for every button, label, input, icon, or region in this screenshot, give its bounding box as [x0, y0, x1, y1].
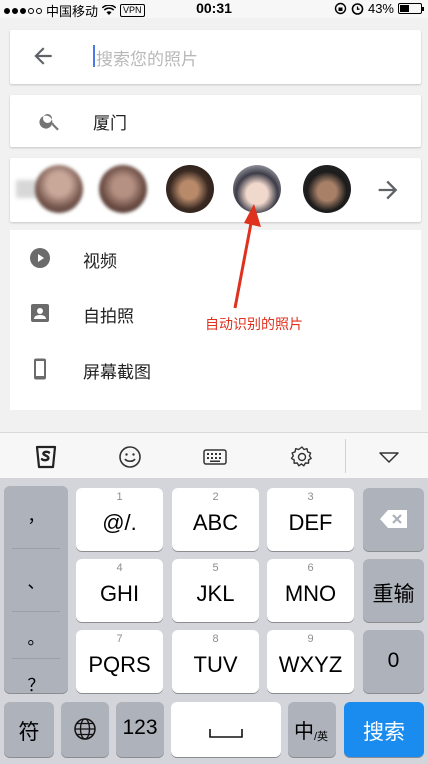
globe-key[interactable]	[61, 702, 109, 757]
suggestion-text: 厦门	[93, 114, 127, 133]
backspace-icon	[380, 510, 407, 528]
symbol-key[interactable]: 符	[4, 702, 54, 757]
status-bar: 中国移动 VPN 00:31 43%	[0, 0, 428, 19]
emoji-icon[interactable]	[117, 444, 143, 470]
key-label: 0	[387, 649, 400, 672]
globe-icon	[74, 718, 96, 740]
search-suggestion[interactable]: 厦门	[10, 95, 421, 147]
key-label: TUV	[193, 652, 238, 677]
search-input[interactable]: 搜索您的照片	[96, 45, 198, 70]
rotation-lock-icon	[334, 2, 347, 15]
key-5[interactable]: 5 JKL	[172, 559, 259, 622]
key-6[interactable]: 6 MNO	[267, 559, 354, 622]
punct-key[interactable]: ？	[4, 671, 68, 696]
key-number: 1	[116, 491, 123, 503]
collapse-icon[interactable]	[376, 444, 402, 470]
divider	[12, 611, 60, 612]
key-4[interactable]: 4 GHI	[76, 559, 163, 622]
annotation-text: 自动识别的照片	[205, 316, 303, 332]
key-3[interactable]: 3 DEF	[267, 488, 354, 551]
key-number: 7	[116, 633, 123, 645]
key-label: 重输	[372, 583, 415, 606]
key-label: 123	[122, 716, 158, 739]
annotation-arrow	[233, 204, 261, 309]
punctuation-column[interactable]: ， 、 。 ？	[4, 486, 68, 696]
key-0[interactable]: 0	[363, 630, 424, 693]
key-number: 2	[212, 491, 219, 503]
key-number: 9	[307, 633, 314, 645]
arrow-right-icon[interactable]	[374, 176, 402, 204]
people-row	[10, 158, 421, 222]
key-label: 符	[18, 721, 40, 744]
category-video[interactable]: 视频	[10, 230, 421, 286]
key-label: DEF	[288, 510, 333, 535]
person-avatar[interactable]	[99, 165, 147, 213]
search-icon	[39, 114, 59, 131]
divider	[12, 548, 60, 549]
key-label: MNO	[284, 581, 337, 606]
divider	[12, 658, 60, 659]
key-number: 4	[116, 562, 123, 574]
back-arrow-icon[interactable]	[30, 43, 56, 69]
key-label: GHI	[99, 581, 140, 606]
space-key[interactable]	[171, 702, 281, 757]
sogou-logo-icon[interactable]	[33, 444, 59, 470]
key-label: PQRS	[88, 652, 151, 677]
portrait-icon	[31, 304, 49, 322]
punct-key[interactable]: ，	[4, 502, 68, 527]
key-number: 3	[307, 491, 314, 503]
key-label: 中	[294, 721, 314, 743]
key-8[interactable]: 8 TUV	[172, 630, 259, 693]
key-label: 搜索	[363, 721, 405, 744]
key-1[interactable]: 1 @/.	[76, 488, 163, 551]
category-label: 自拍照	[83, 307, 134, 326]
person-avatar[interactable]	[35, 165, 83, 213]
category-label: 视频	[83, 252, 117, 271]
toolbar-divider	[345, 439, 346, 473]
key-number: 6	[307, 562, 314, 574]
keyboard-toolbar	[0, 432, 428, 478]
key-label: @/.	[102, 510, 137, 535]
keyboard-icon[interactable]	[202, 444, 228, 470]
category-screenshot[interactable]: 屏幕截图	[10, 341, 421, 397]
key-2[interactable]: 2 ABC	[172, 488, 259, 551]
key-label: ABC	[192, 510, 239, 535]
category-label: 屏幕截图	[83, 363, 151, 382]
search-bar: 搜索您的照片	[10, 30, 421, 84]
punct-key[interactable]: 。	[4, 624, 68, 649]
search-key[interactable]: 搜索	[344, 702, 424, 757]
space-icon	[209, 729, 243, 738]
settings-icon[interactable]	[289, 444, 315, 470]
keyboard: ， 、 。 ？ 1 @/. 2 ABC 3 DEF 4 GHI 5 JKL 6 …	[0, 478, 428, 764]
alarm-icon	[351, 3, 364, 15]
punct-key[interactable]: 、	[4, 568, 68, 593]
battery-percent: 43%	[367, 1, 394, 16]
person-avatar[interactable]	[166, 165, 214, 213]
play-circle-icon	[30, 248, 50, 268]
backspace-key[interactable]	[363, 488, 424, 551]
reinput-key[interactable]: 重输	[363, 559, 424, 622]
key-7[interactable]: 7 PQRS	[76, 630, 163, 693]
key-number: 5	[212, 562, 219, 574]
key-number: 8	[212, 633, 219, 645]
key-label: WXYZ	[278, 652, 343, 677]
number-mode-key[interactable]: 123	[116, 702, 164, 757]
phone-icon	[34, 358, 46, 380]
battery-icon	[398, 3, 424, 14]
key-9[interactable]: 9 WXYZ	[267, 630, 354, 693]
key-sublabel: /英	[314, 731, 329, 743]
language-key[interactable]: 中 /英	[288, 702, 336, 757]
person-avatar[interactable]	[303, 165, 351, 213]
text-cursor	[93, 45, 95, 67]
key-label: JKL	[196, 581, 235, 606]
